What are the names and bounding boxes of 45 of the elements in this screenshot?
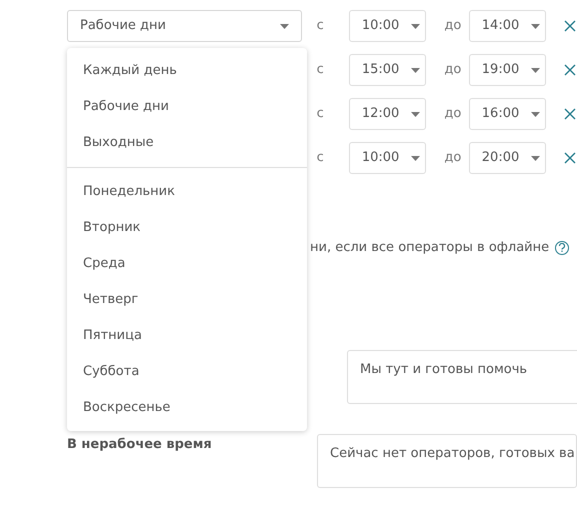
- caret-icon: [280, 24, 289, 28]
- to-label: до: [444, 61, 462, 80]
- offline-message-label: В нерабочее время: [67, 436, 213, 454]
- from-label: с: [316, 105, 325, 124]
- caret-icon: [531, 156, 540, 160]
- caret-icon: [411, 24, 420, 28]
- menu-item[interactable]: Четверг: [67, 282, 307, 318]
- menu-item[interactable]: Суббота: [67, 354, 307, 390]
- offline-message-field[interactable]: Сейчас нет операторов, готовых ва: [317, 434, 577, 488]
- day-select[interactable]: Рабочие дни: [67, 10, 302, 42]
- from-label: с: [316, 149, 325, 168]
- to-label: до: [444, 149, 462, 168]
- time-select[interactable]: 16:00: [468, 98, 546, 130]
- help-icon[interactable]: [555, 240, 570, 255]
- time-select[interactable]: 19:00: [468, 54, 546, 86]
- caret-icon: [411, 68, 420, 72]
- time-select[interactable]: 15:00: [348, 54, 426, 86]
- menu-item[interactable]: Выходные: [67, 125, 307, 161]
- time-select[interactable]: 12:00: [348, 98, 426, 130]
- caret-icon: [531, 24, 540, 28]
- to-label: до: [444, 105, 462, 124]
- time-select[interactable]: 10:00: [348, 142, 426, 174]
- time-select[interactable]: 20:00: [468, 142, 546, 174]
- offline-option-label: ни, если все операторы в офлайне: [310, 239, 550, 257]
- caret-icon: [531, 112, 540, 116]
- time-select[interactable]: 14:00: [468, 10, 546, 42]
- close-icon[interactable]: [563, 107, 577, 121]
- menu-item[interactable]: Каждый день: [67, 53, 307, 89]
- caret-icon: [531, 68, 540, 72]
- time-select[interactable]: 10:00: [348, 10, 426, 42]
- to-label: до: [444, 17, 462, 36]
- menu-item[interactable]: Среда: [67, 246, 307, 282]
- menu-item[interactable]: Вторник: [67, 210, 307, 246]
- menu-item[interactable]: Воскресенье: [67, 390, 307, 426]
- caret-icon: [411, 112, 420, 116]
- close-icon[interactable]: [563, 19, 577, 33]
- close-icon[interactable]: [563, 151, 577, 165]
- from-label: с: [316, 61, 325, 80]
- from-label: с: [316, 17, 325, 36]
- menu-item[interactable]: Пятница: [67, 318, 307, 354]
- greeting-field[interactable]: Мы тут и готовы помочь: [347, 350, 577, 404]
- menu-item[interactable]: Рабочие дни: [67, 89, 307, 125]
- close-icon[interactable]: [563, 63, 577, 77]
- menu-item[interactable]: Понедельник: [67, 174, 307, 210]
- caret-icon: [411, 156, 420, 160]
